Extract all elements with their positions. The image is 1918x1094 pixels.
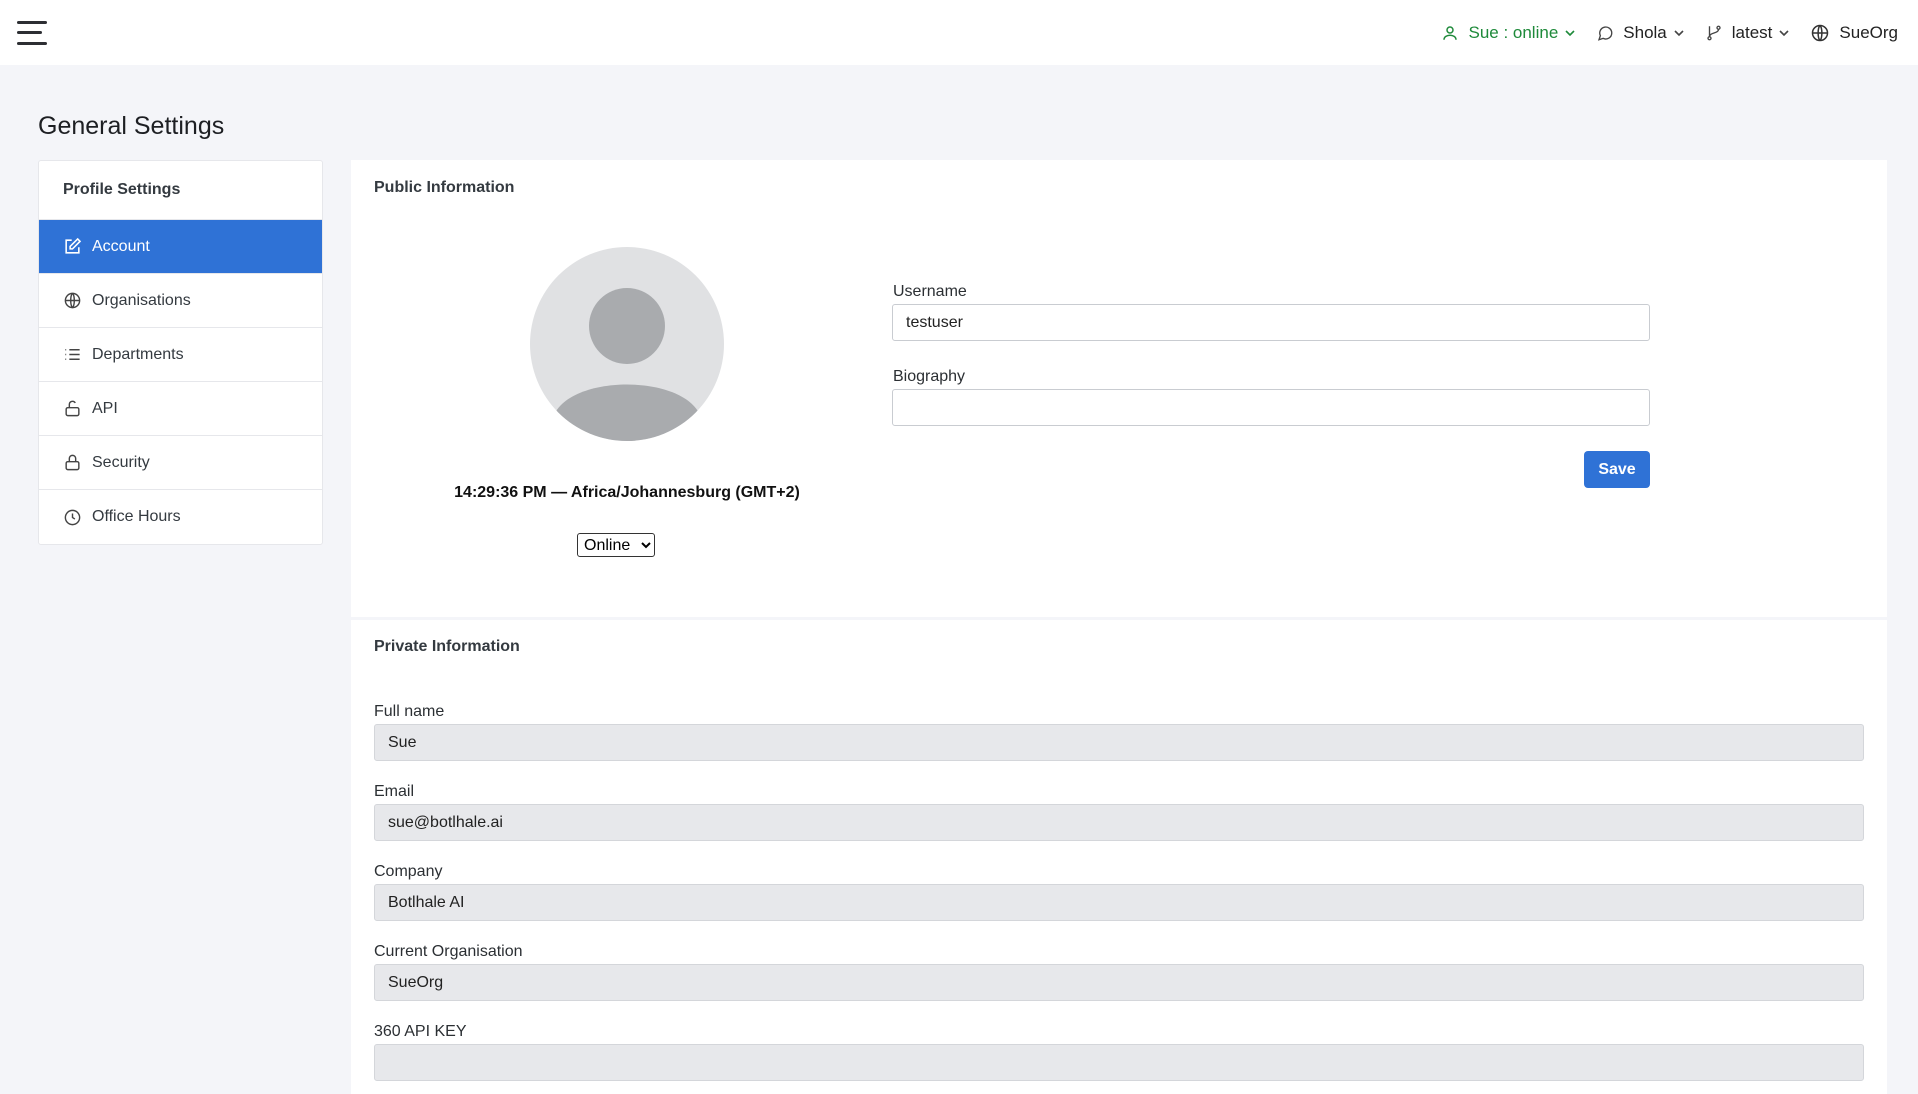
sidebar-item-organisations[interactable]: Organisations — [39, 274, 322, 328]
api-key-field[interactable] — [374, 1044, 1864, 1081]
avatar[interactable] — [530, 247, 724, 441]
unlock-icon — [62, 399, 82, 419]
top-right-menu: Sue : online Shola latest SueOrg — [1421, 0, 1898, 65]
sidebar-item-account[interactable]: Account — [39, 220, 322, 274]
current-organisation-label: Current Organisation — [374, 943, 523, 960]
org-label: SueOrg — [1839, 22, 1898, 42]
sidebar-item-label: Account — [92, 237, 150, 255]
chat-user-label: Shola — [1623, 22, 1667, 42]
private-information-title: Private Information — [374, 638, 520, 655]
username-label: Username — [893, 283, 967, 300]
chat-user-dropdown[interactable]: Shola — [1596, 23, 1684, 43]
user-icon — [1443, 25, 1458, 40]
globe-icon — [1812, 24, 1829, 41]
sidebar-item-label: Organisations — [92, 291, 191, 309]
chevron-down-icon — [1779, 29, 1789, 36]
biography-input[interactable] — [892, 389, 1650, 426]
email-label: Email — [374, 783, 415, 800]
user-status-label: Sue : online — [1468, 22, 1559, 42]
lock-icon — [62, 453, 82, 473]
sidebar-header: Profile Settings — [39, 161, 322, 220]
sidebar-item-office-hours[interactable]: Office Hours — [39, 490, 322, 544]
sidebar-item-api[interactable]: API — [39, 382, 322, 436]
username-input[interactable] — [892, 304, 1650, 341]
user-status-dropdown[interactable]: Sue : online — [1441, 23, 1576, 43]
full-name-label: Full name — [374, 703, 445, 720]
branch-dropdown[interactable]: latest — [1705, 23, 1791, 43]
default-avatar-icon — [552, 288, 702, 441]
top-navbar: Sue : online Shola latest SueOrg — [0, 0, 1918, 65]
list-icon — [62, 345, 82, 365]
public-information-card: Public Information 14:29:36 PM — Africa/… — [351, 160, 1887, 617]
save-button[interactable]: Save — [1584, 451, 1650, 488]
branch-label: latest — [1731, 22, 1773, 42]
status-select[interactable]: Online — [577, 533, 655, 557]
chevron-down-icon — [1565, 29, 1575, 36]
local-time-timezone: 14:29:36 PM — Africa/Johannesburg (GMT+2… — [454, 484, 800, 501]
public-information-title: Public Information — [374, 179, 515, 196]
current-organisation-field[interactable] — [374, 964, 1864, 1001]
org-link[interactable]: SueOrg — [1810, 23, 1898, 43]
sidebar-item-security[interactable]: Security — [39, 436, 322, 490]
edit-icon — [62, 237, 82, 257]
profile-settings-sidebar: Profile Settings Account Organisations D… — [38, 160, 323, 545]
sidebar-item-label: Departments — [92, 345, 184, 363]
sidebar-item-departments[interactable]: Departments — [39, 328, 322, 382]
biography-label: Biography — [893, 368, 966, 385]
sidebar-item-label: Office Hours — [92, 508, 181, 525]
sidebar-item-label: Security — [92, 453, 150, 471]
chat-bubble-icon — [1598, 25, 1613, 41]
hamburger-menu-icon[interactable] — [17, 20, 47, 45]
company-field[interactable] — [374, 884, 1864, 921]
page-title: General Settings — [38, 112, 225, 140]
git-branch-icon — [1707, 25, 1721, 40]
chevron-down-icon — [1674, 29, 1684, 36]
private-information-card: Private Information Full name Email Comp… — [351, 620, 1887, 1094]
clock-icon — [62, 507, 82, 527]
company-label: Company — [374, 863, 443, 880]
sidebar-item-label: API — [92, 399, 118, 417]
email-field[interactable] — [374, 804, 1864, 841]
api-key-label: 360 API KEY — [374, 1023, 467, 1040]
globe-icon — [62, 291, 82, 311]
full-name-field[interactable] — [374, 724, 1864, 761]
